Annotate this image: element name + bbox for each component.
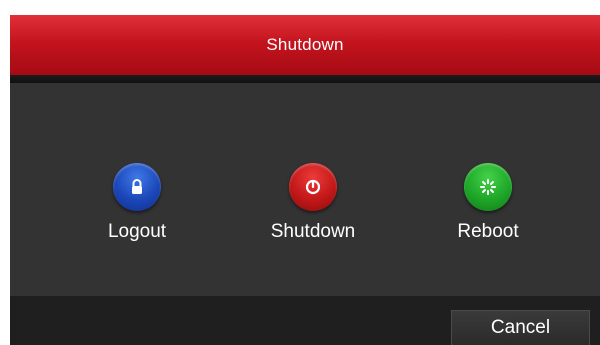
reboot-icon [464, 163, 512, 211]
title-divider [10, 75, 600, 83]
shutdown-label: Shutdown [270, 221, 356, 242]
reboot-button[interactable]: Reboot [428, 163, 548, 243]
dialog-footer: Cancel [10, 296, 600, 345]
logout-button[interactable]: Logout [77, 163, 197, 243]
lock-icon [113, 163, 161, 211]
dialog-titlebar: Shutdown [10, 15, 600, 75]
logout-label: Logout [107, 221, 167, 242]
cancel-button[interactable]: Cancel [451, 310, 590, 345]
shutdown-button[interactable]: Shutdown [253, 163, 373, 243]
power-icon [289, 163, 337, 211]
dialog-content: Logout Shutdown Reboot [10, 83, 600, 296]
dialog-title: Shutdown [266, 35, 344, 54]
reboot-label: Reboot [457, 221, 519, 242]
shutdown-dialog: Shutdown Logout Shutdown Reboot Cancel [10, 15, 600, 345]
